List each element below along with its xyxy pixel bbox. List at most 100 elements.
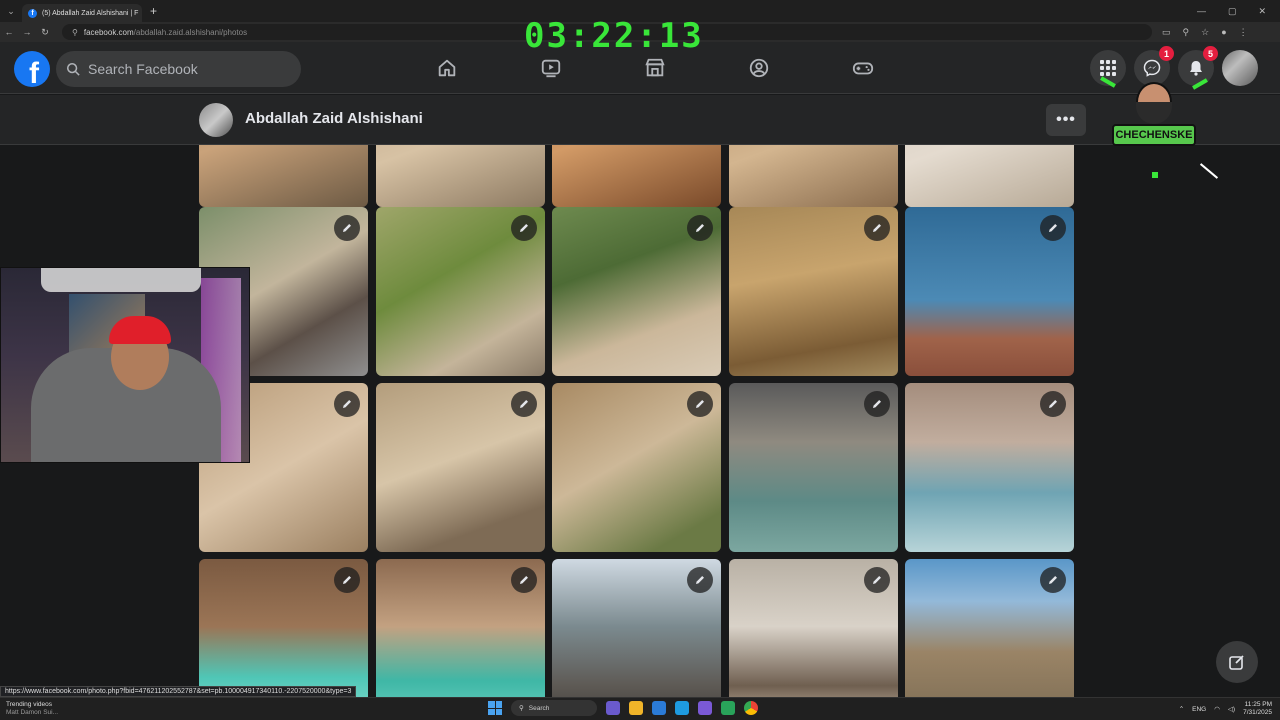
- photo-tile[interactable]: [729, 383, 898, 552]
- pencil-icon: [343, 400, 351, 408]
- edit-photo-button[interactable]: [334, 567, 360, 593]
- volume-icon[interactable]: ◁): [1228, 705, 1235, 713]
- photo-tile[interactable]: [905, 383, 1074, 552]
- video-icon: [541, 59, 561, 78]
- forward-icon[interactable]: →: [18, 27, 36, 37]
- taskbar-app-icon[interactable]: [629, 701, 643, 715]
- pencil-icon: [696, 400, 704, 408]
- photo-tile[interactable]: [552, 207, 721, 376]
- taskbar-search[interactable]: ⚲ Search: [511, 700, 597, 716]
- edit-photo-button[interactable]: [511, 567, 537, 593]
- new-tab-icon[interactable]: +: [150, 4, 157, 18]
- edit-photo-button[interactable]: [1040, 215, 1066, 241]
- edit-photo-button[interactable]: [511, 391, 537, 417]
- taskbar-widget[interactable]: Trending videos Matt Damon Sui...: [6, 701, 58, 717]
- back-icon[interactable]: ←: [0, 27, 18, 37]
- streamer-badge: CHECHENSKE: [1112, 78, 1196, 150]
- tab-search-icon[interactable]: ⌄: [0, 0, 22, 22]
- maximize-icon[interactable]: ▢: [1228, 6, 1237, 17]
- edit-photo-button[interactable]: [864, 567, 890, 593]
- photo-tile[interactable]: [552, 559, 721, 697]
- pencil-icon: [696, 576, 704, 584]
- photo-tile[interactable]: [905, 559, 1074, 697]
- edit-photo-button[interactable]: [1040, 567, 1066, 593]
- webcam-person-cap: [109, 316, 171, 344]
- reload-icon[interactable]: ↻: [36, 27, 54, 38]
- notifications-badge: 5: [1203, 46, 1218, 61]
- pencil-icon: [696, 224, 704, 232]
- more-dots-icon: •••: [1056, 111, 1076, 128]
- zoom-icon[interactable]: ⚲: [1183, 27, 1190, 38]
- home-icon: [438, 59, 456, 77]
- profile-name[interactable]: Abdallah Zaid Alshishani: [245, 110, 423, 127]
- pencil-icon: [343, 224, 351, 232]
- streamer-name: CHECHENSKE: [1112, 124, 1196, 146]
- tray-chevron-icon[interactable]: ⌃: [1179, 705, 1184, 713]
- photo-tile[interactable]: [376, 559, 545, 697]
- taskbar-chrome-icon[interactable]: [744, 701, 758, 715]
- facebook-logo[interactable]: f: [14, 51, 50, 87]
- edit-photo-button[interactable]: [687, 391, 713, 417]
- photo-grid: [199, 145, 1074, 697]
- pencil-icon: [520, 400, 528, 408]
- nav-gaming[interactable]: [811, 42, 915, 94]
- photo-tile[interactable]: [376, 145, 545, 207]
- photo-tile[interactable]: [376, 383, 545, 552]
- photo-tile[interactable]: [552, 383, 721, 552]
- account-avatar[interactable]: [1222, 50, 1258, 86]
- nav-groups[interactable]: [707, 42, 811, 94]
- edit-photo-button[interactable]: [334, 391, 360, 417]
- edit-photo-button[interactable]: [864, 215, 890, 241]
- wifi-icon[interactable]: ◠: [1214, 705, 1220, 713]
- minimize-icon[interactable]: —: [1197, 6, 1206, 17]
- taskbar-app-icon[interactable]: [675, 701, 689, 715]
- edit-photo-button[interactable]: [687, 215, 713, 241]
- new-message-button[interactable]: [1216, 641, 1258, 683]
- nav-home[interactable]: [395, 42, 499, 94]
- edit-photo-button[interactable]: [334, 215, 360, 241]
- search-input[interactable]: [88, 61, 288, 77]
- photo-tile[interactable]: [729, 207, 898, 376]
- facebook-favicon-icon: f: [28, 8, 37, 18]
- photo-tile[interactable]: [376, 207, 545, 376]
- marketplace-icon: [645, 58, 665, 77]
- bookmark-star-icon[interactable]: ☆: [1201, 27, 1209, 38]
- close-window-icon[interactable]: ✕: [1258, 6, 1266, 17]
- taskbar-app-icon[interactable]: [698, 701, 712, 715]
- taskbar-app-icon[interactable]: [721, 701, 735, 715]
- photo-tile[interactable]: [905, 145, 1074, 207]
- tab-title: (5) Abdallah Zaid Alshishani | F: [42, 9, 139, 17]
- search-icon: [66, 62, 80, 76]
- cast-icon[interactable]: ▭: [1162, 27, 1171, 38]
- windows-start-icon[interactable]: [488, 701, 502, 715]
- taskbar-app-icon[interactable]: [606, 701, 620, 715]
- photo-tile[interactable]: [729, 145, 898, 207]
- overlay-spark: [1152, 172, 1158, 178]
- profile-sticky-bar: Abdallah Zaid Alshishani •••: [0, 95, 1280, 145]
- taskbar-app-icon[interactable]: [652, 701, 666, 715]
- profile-avatar[interactable]: [199, 103, 233, 137]
- edit-photo-button[interactable]: [687, 567, 713, 593]
- pencil-icon: [520, 224, 528, 232]
- more-options-button[interactable]: •••: [1046, 104, 1086, 136]
- photo-tile[interactable]: [729, 559, 898, 697]
- photo-tile[interactable]: [905, 207, 1074, 376]
- search-box[interactable]: [56, 51, 301, 87]
- taskbar-clock[interactable]: 11:25 PM 7/31/2025: [1243, 701, 1272, 717]
- messenger-badge: 1: [1159, 46, 1174, 61]
- taskbar-search-icon: ⚲: [519, 705, 524, 712]
- edit-photo-button[interactable]: [511, 215, 537, 241]
- webcam-overlay: [0, 267, 250, 463]
- menu-icon[interactable]: ⋮: [1239, 27, 1248, 38]
- site-info-icon[interactable]: ⚲: [72, 28, 78, 37]
- edit-photo-button[interactable]: [864, 391, 890, 417]
- groups-icon: [749, 58, 769, 78]
- photo-tile[interactable]: [199, 559, 368, 697]
- language-indicator[interactable]: ENG: [1192, 706, 1206, 713]
- browser-tab[interactable]: f (5) Abdallah Zaid Alshishani | F ✕: [22, 4, 142, 22]
- pencil-icon: [873, 400, 881, 408]
- edit-photo-button[interactable]: [1040, 391, 1066, 417]
- photo-tile[interactable]: [552, 145, 721, 207]
- profile-icon[interactable]: ●: [1221, 27, 1226, 38]
- photo-tile[interactable]: [199, 145, 368, 207]
